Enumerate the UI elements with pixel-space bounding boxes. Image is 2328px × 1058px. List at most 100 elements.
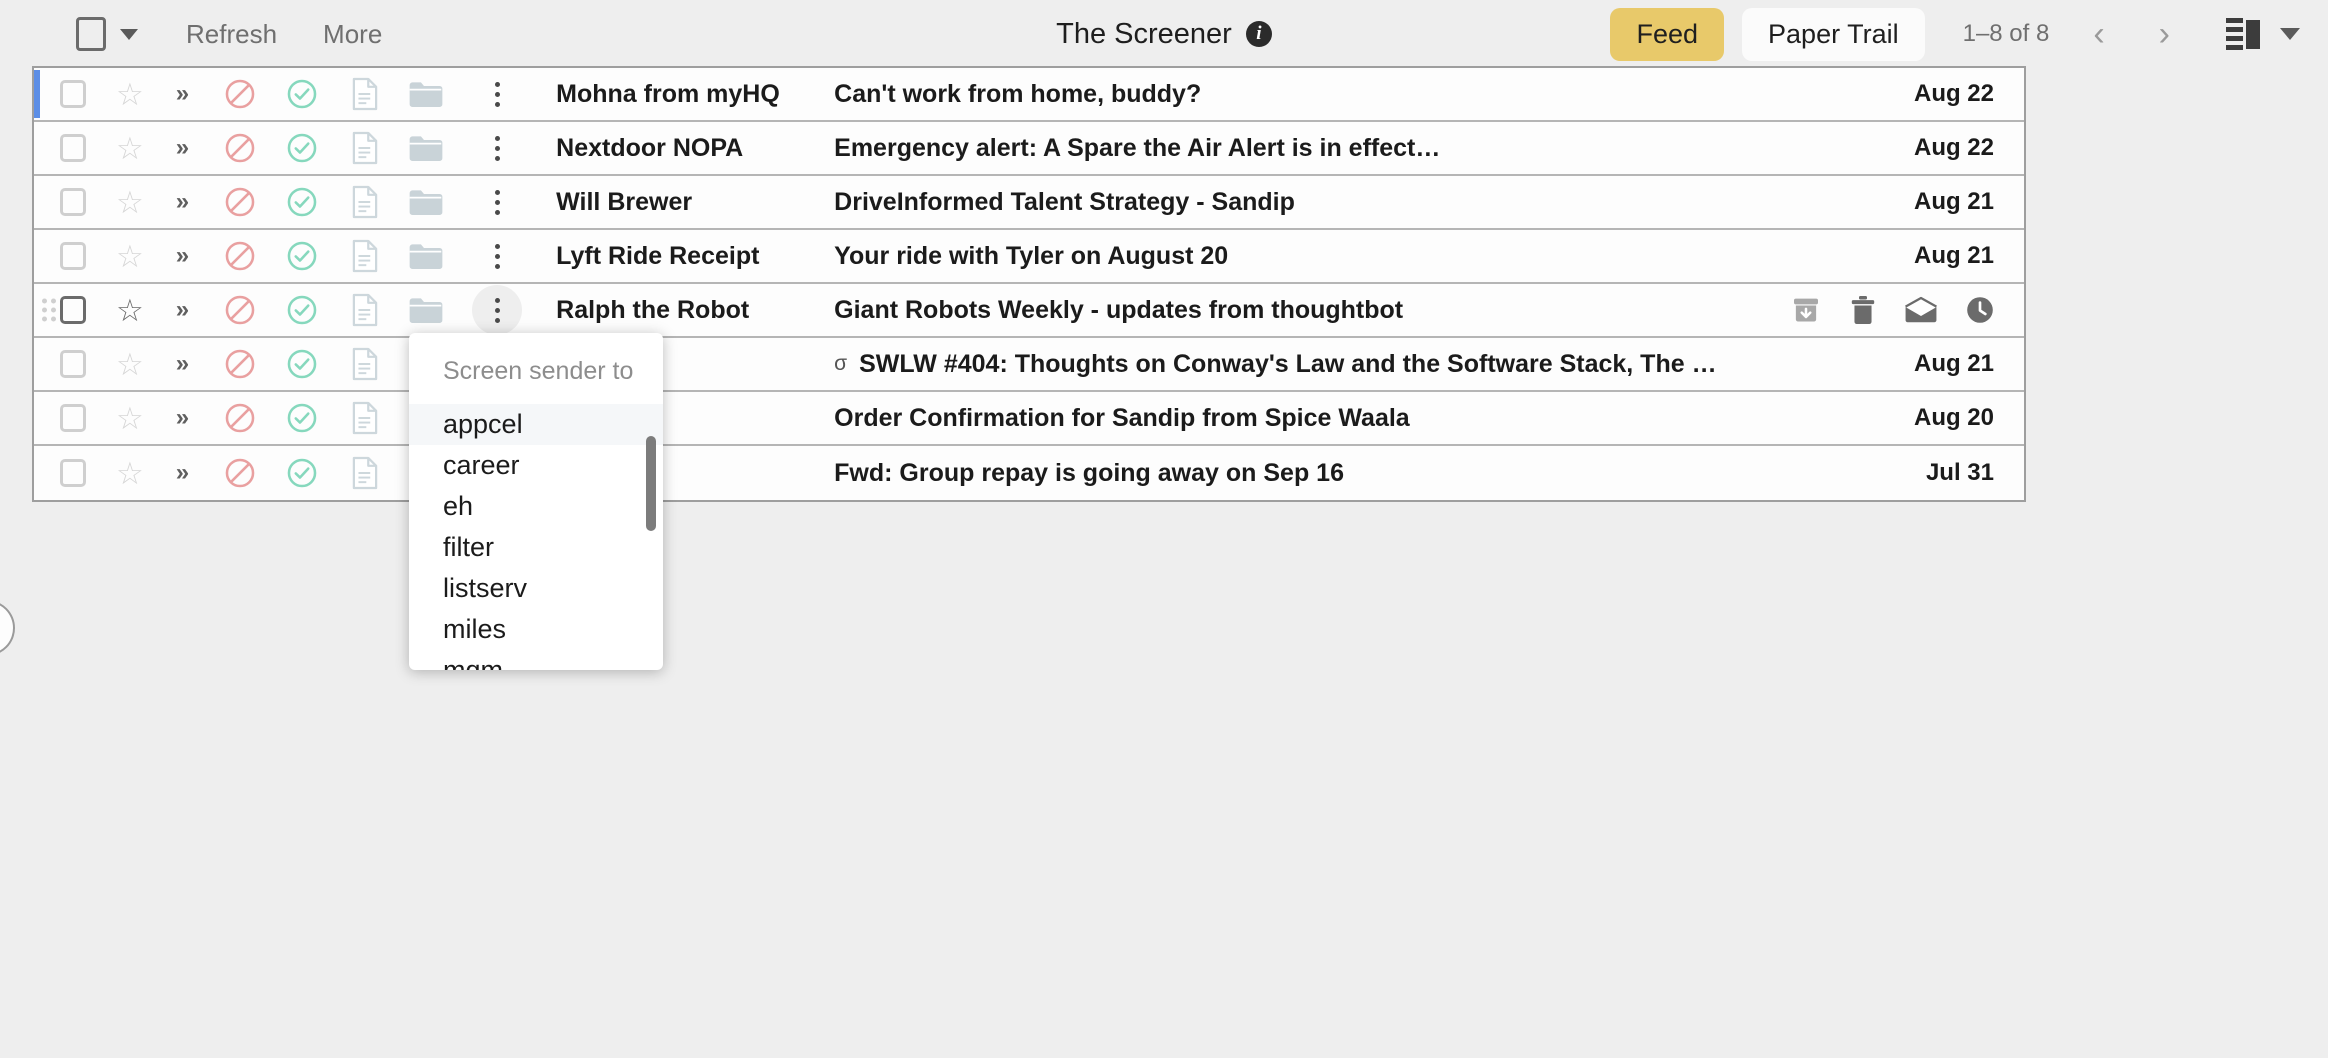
row-checkbox[interactable] xyxy=(60,134,86,162)
dropdown-item[interactable]: filter xyxy=(409,527,663,568)
block-sender-icon[interactable] xyxy=(223,185,257,219)
row-checkbox[interactable] xyxy=(60,242,86,270)
block-sender-icon[interactable] xyxy=(223,293,257,327)
approve-sender-icon[interactable] xyxy=(285,77,319,111)
block-sender-icon[interactable] xyxy=(223,456,257,490)
approve-sender-icon[interactable] xyxy=(285,401,319,435)
approve-sender-icon[interactable] xyxy=(285,293,319,327)
next-page-icon[interactable]: › xyxy=(2139,13,2190,55)
dropdown-item[interactable]: appcel xyxy=(409,404,663,445)
reading-pane-icon[interactable] xyxy=(2226,18,2260,50)
block-sender-icon[interactable] xyxy=(223,347,257,381)
select-all-chevron-down-icon[interactable] xyxy=(120,28,138,40)
drag-handle[interactable] xyxy=(42,298,56,322)
approve-sender-icon[interactable] xyxy=(285,239,319,273)
table-row[interactable]: ☆ » σ SWLW #404: Thoughts on Conway's Law a… xyxy=(34,338,2024,392)
approve-sender-icon[interactable] xyxy=(285,131,319,165)
approve-sender-icon[interactable] xyxy=(285,347,319,381)
delete-icon[interactable] xyxy=(1848,294,1878,326)
row-checkbox[interactable] xyxy=(60,350,86,378)
row-checkbox[interactable] xyxy=(60,188,86,216)
previous-page-icon[interactable]: ‹ xyxy=(2073,13,2124,55)
dropdown-item[interactable]: career xyxy=(409,445,663,486)
row-overflow-menu-icon[interactable] xyxy=(472,285,523,335)
star-icon[interactable]: ☆ xyxy=(116,349,144,380)
move-to-folder-icon[interactable] xyxy=(408,295,444,325)
row-overflow-menu-icon[interactable] xyxy=(472,69,522,119)
expand-chevrons-icon[interactable]: » xyxy=(176,242,189,270)
move-to-folder-icon[interactable] xyxy=(408,241,444,271)
row-overflow-menu-icon[interactable] xyxy=(472,231,522,281)
paper-trail-icon[interactable] xyxy=(349,293,381,327)
tab-feed[interactable]: Feed xyxy=(1610,7,1725,61)
tab-paper-trail[interactable]: Paper Trail xyxy=(1742,7,1925,61)
pane-block xyxy=(2246,19,2260,49)
paper-trail-icon[interactable] xyxy=(349,456,381,490)
mark-read-icon[interactable] xyxy=(1904,296,1938,324)
message-subject: SWLW #404: Thoughts on Conway's Law and … xyxy=(859,349,1717,378)
paper-trail-icon[interactable] xyxy=(349,77,381,111)
row-checkbox[interactable] xyxy=(60,459,86,487)
block-sender-icon[interactable] xyxy=(223,131,257,165)
message-date: Aug 21 xyxy=(1913,188,1994,215)
row-overflow-menu-icon[interactable] xyxy=(472,177,522,227)
select-all-checkbox[interactable] xyxy=(76,17,106,51)
paper-trail-icon[interactable] xyxy=(349,185,381,219)
star-icon[interactable]: ☆ xyxy=(116,295,144,326)
expand-chevrons-icon[interactable]: » xyxy=(176,134,189,162)
block-sender-icon[interactable] xyxy=(223,401,257,435)
more-button[interactable]: More xyxy=(309,13,396,56)
message-sender: Nextdoor NOPA xyxy=(556,133,744,162)
expand-chevrons-icon[interactable]: » xyxy=(176,80,189,108)
star-icon[interactable]: ☆ xyxy=(116,403,144,434)
approve-sender-icon[interactable] xyxy=(285,185,319,219)
snooze-icon[interactable] xyxy=(1964,294,1996,326)
expand-chevrons-icon[interactable]: » xyxy=(176,350,189,378)
paper-trail-icon[interactable] xyxy=(349,131,381,165)
message-subject-cell: Order Confirmation for Sandip from Spice… xyxy=(834,404,1914,433)
row-checkbox[interactable] xyxy=(60,296,86,324)
move-to-folder-icon[interactable] xyxy=(408,187,444,217)
table-row[interactable]: ☆» Ralph the Robot Giant Robots Weekly - u… xyxy=(34,284,2024,338)
archive-icon[interactable] xyxy=(1790,294,1822,326)
move-to-folder-icon[interactable] xyxy=(408,133,444,163)
star-icon[interactable]: ☆ xyxy=(116,458,144,489)
paper-trail-icon[interactable] xyxy=(349,239,381,273)
expand-chevrons-icon[interactable]: » xyxy=(176,296,189,324)
paper-trail-icon[interactable] xyxy=(349,347,381,381)
row-overflow-menu-icon[interactable] xyxy=(472,123,522,173)
expand-chevrons-icon[interactable]: » xyxy=(176,404,189,432)
star-icon[interactable]: ☆ xyxy=(116,187,144,218)
block-sender-icon[interactable] xyxy=(223,77,257,111)
message-subject-cell: Fwd: Group repay is going away on Sep 16 xyxy=(834,459,1926,488)
approve-sender-icon[interactable] xyxy=(285,456,319,490)
move-to-folder-icon[interactable] xyxy=(408,79,444,109)
message-date: Aug 22 xyxy=(1913,134,1994,161)
expand-chevrons-icon[interactable]: » xyxy=(176,188,189,216)
dropdown-item[interactable]: listserv xyxy=(409,568,663,609)
info-icon[interactable]: i xyxy=(1245,21,1272,47)
dropdown-item[interactable]: eh xyxy=(409,486,663,527)
star-icon[interactable]: ☆ xyxy=(116,79,144,110)
sidebar-pull-tab[interactable] xyxy=(0,600,15,656)
dropdown-scrollbar[interactable] xyxy=(646,436,656,531)
table-row[interactable]: ☆» Mohna from myHQ Can't work from home, b… xyxy=(34,68,2024,122)
star-icon[interactable]: ☆ xyxy=(116,241,144,272)
table-row[interactable]: ☆ » Order Confirmation for Sandip from Spi… xyxy=(34,392,2024,446)
expand-chevrons-icon[interactable]: » xyxy=(176,459,189,487)
table-row[interactable]: ☆» Nextdoor NOPA Emergency alert: A Spare … xyxy=(34,122,2024,176)
block-sender-icon[interactable] xyxy=(223,239,257,273)
refresh-button[interactable]: Refresh xyxy=(172,13,291,56)
star-icon[interactable]: ☆ xyxy=(116,133,144,164)
dropdown-item[interactable]: mqm xyxy=(409,650,663,671)
row-checkbox[interactable] xyxy=(60,80,86,108)
row-checkbox[interactable] xyxy=(60,404,86,432)
dropdown-item[interactable]: miles xyxy=(409,609,663,650)
reading-pane-chevron-down-icon[interactable] xyxy=(2280,28,2300,40)
table-row[interactable]: ☆» Will Brewer DriveInformed Talent Strate… xyxy=(34,176,2024,230)
table-row[interactable]: ☆ » Fwd: Group repay is going away on Sep … xyxy=(34,446,2024,500)
dropdown-item-list: appcel career eh filter listserv miles mqm xyxy=(409,404,663,670)
message-subject-cell: σ SWLW #404: Thoughts on Conway's Law and… xyxy=(834,350,1914,379)
paper-trail-icon[interactable] xyxy=(349,401,381,435)
table-row[interactable]: ☆» Lyft Ride Receipt Your ride with Tyler … xyxy=(34,230,2024,284)
